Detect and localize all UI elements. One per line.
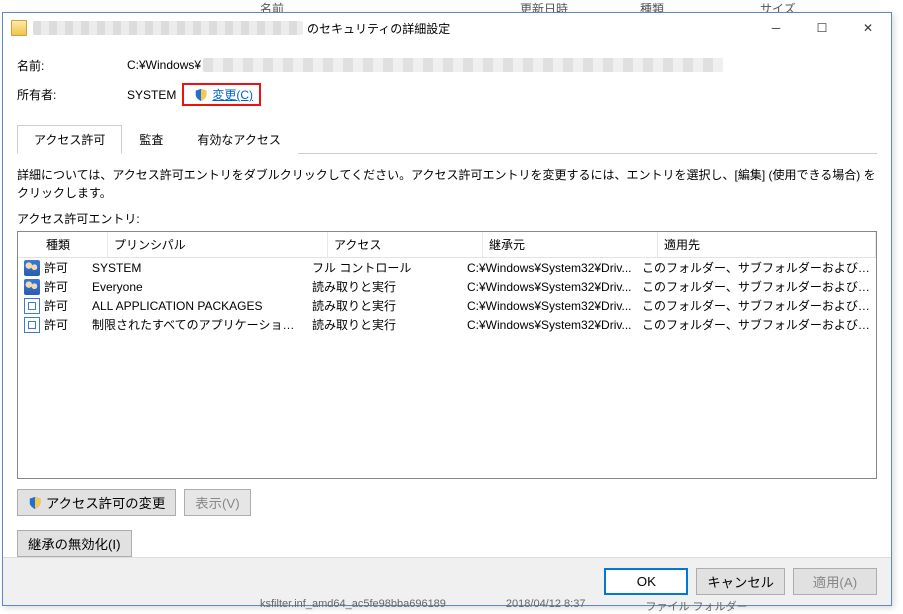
tab-auditing[interactable]: 監査 [122,125,180,154]
owner-value: SYSTEM [127,88,176,102]
close-button[interactable]: ✕ [845,13,891,43]
folder-icon [11,20,27,36]
col-applies[interactable]: 適用先 [658,232,876,257]
change-owner-highlight: 変更(C) [182,83,261,106]
table-row[interactable]: 許可制限されたすべてのアプリケーション パッケ...読み取りと実行C:¥Wind… [18,315,876,334]
ok-button[interactable]: OK [604,568,688,595]
list-header[interactable]: 種類 プリンシパル アクセス 継承元 適用先 [18,232,876,258]
apply-button: 適用(A) [793,568,877,595]
background-explorer-row: ksfilter.inf_amd64_ac5fe98bba696189 2018… [0,598,903,612]
col-type[interactable]: 種類 [18,232,108,257]
owner-label: 所有者: [17,86,127,103]
title-suffix: のセキュリティの詳細設定 [307,20,450,37]
shield-icon [28,496,42,510]
users-icon [24,260,40,276]
instructions-text: 詳細については、アクセス許可エントリをダブルクリックしてください。アクセス許可エ… [17,166,877,202]
col-inherited[interactable]: 継承元 [483,232,658,257]
obscured-path-segment [203,58,723,72]
advanced-security-dialog: のセキュリティの詳細設定 ─ ☐ ✕ 名前: C:¥Windows¥ 所有者: … [2,12,892,606]
entries-label: アクセス許可エントリ: [17,210,877,227]
permission-entries-list[interactable]: 種類 プリンシパル アクセス 継承元 適用先 許可SYSTEMフル コントロール… [17,231,877,479]
cancel-button[interactable]: キャンセル [696,568,785,595]
titlebar[interactable]: のセキュリティの詳細設定 ─ ☐ ✕ [3,13,891,43]
table-row[interactable]: 許可ALL APPLICATION PACKAGES読み取りと実行C:¥Wind… [18,296,876,315]
shield-icon [194,88,208,102]
disable-inheritance-button[interactable]: 継承の無効化(I) [17,530,132,557]
table-row[interactable]: 許可Everyone読み取りと実行C:¥Windows¥System32¥Dri… [18,277,876,296]
change-permissions-button[interactable]: アクセス許可の変更 [17,489,176,516]
change-owner-link[interactable]: 変更(C) [212,86,253,103]
name-label: 名前: [17,57,127,74]
col-principal[interactable]: プリンシパル [108,232,328,257]
users-icon [24,279,40,295]
tabs: アクセス許可 監査 有効なアクセス [17,124,877,154]
obscured-path [33,21,303,35]
package-icon [24,298,40,314]
tab-permissions[interactable]: アクセス許可 [17,125,122,154]
name-value: C:¥Windows¥ [127,58,877,72]
minimize-button[interactable]: ─ [753,13,799,43]
package-icon [24,317,40,333]
col-access[interactable]: アクセス [328,232,483,257]
view-button: 表示(V) [184,489,250,516]
tab-effective-access[interactable]: 有効なアクセス [180,125,297,154]
table-row[interactable]: 許可SYSTEMフル コントロールC:¥Windows¥System32¥Dri… [18,258,876,277]
maximize-button[interactable]: ☐ [799,13,845,43]
